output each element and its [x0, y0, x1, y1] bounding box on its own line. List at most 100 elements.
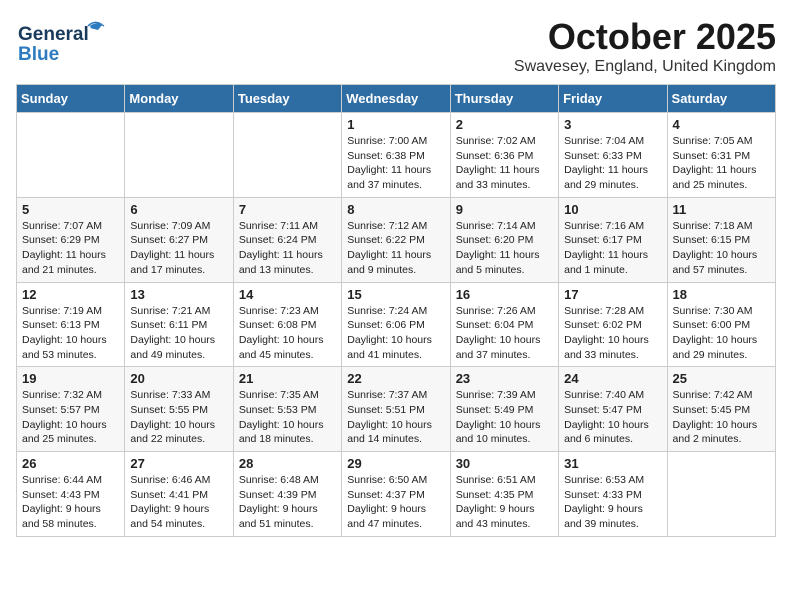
day-info: Sunrise: 7:33 AM Sunset: 5:55 PM Dayligh… — [130, 388, 227, 447]
day-info: Sunrise: 7:42 AM Sunset: 5:45 PM Dayligh… — [673, 388, 770, 447]
day-number: 11 — [673, 202, 770, 217]
calendar-cell: 15Sunrise: 7:24 AM Sunset: 6:06 PM Dayli… — [342, 282, 450, 367]
day-number: 29 — [347, 456, 444, 471]
day-info: Sunrise: 7:35 AM Sunset: 5:53 PM Dayligh… — [239, 388, 336, 447]
day-number: 5 — [22, 202, 119, 217]
day-number: 17 — [564, 287, 661, 302]
day-number: 3 — [564, 117, 661, 132]
weekday-header-monday: Monday — [125, 85, 233, 113]
title-block: October 2025 Swavesey, England, United K… — [514, 16, 776, 76]
day-info: Sunrise: 7:18 AM Sunset: 6:15 PM Dayligh… — [673, 219, 770, 278]
calendar-cell: 21 Sunrise: 7:35 AM Sunset: 5:53 PM Dayli… — [233, 367, 341, 452]
calendar-cell: 2 Sunrise: 7:02 AM Sunset: 6:36 PM Daylig… — [450, 113, 558, 198]
calendar-cell: 19 Sunrise: 7:32 AM Sunset: 5:57 PM Dayli… — [17, 367, 125, 452]
calendar-table: SundayMondayTuesdayWednesdayThursdayFrid… — [16, 84, 776, 537]
calendar-cell: 7 Sunrise: 7:11 AM Sunset: 6:24 PM Daylig… — [233, 197, 341, 282]
calendar-cell: 27Sunrise: 6:46 AM Sunset: 4:41 PM Dayli… — [125, 452, 233, 537]
day-number: 19 — [22, 371, 119, 386]
day-number: 21 — [239, 371, 336, 386]
calendar-cell: 3Sunrise: 7:04 AM Sunset: 6:33 PM Daylig… — [559, 113, 667, 198]
day-number: 23 — [456, 371, 553, 386]
calendar-cell: 22 Sunrise: 7:37 AM Sunset: 5:51 PM Dayli… — [342, 367, 450, 452]
calendar-cell: 29 Sunrise: 6:50 AM Sunset: 4:37 PM Dayli… — [342, 452, 450, 537]
day-number: 20 — [130, 371, 227, 386]
day-info: Sunrise: 7:09 AM Sunset: 6:27 PM Dayligh… — [130, 219, 227, 278]
svg-text:General: General — [18, 24, 89, 45]
calendar-cell: 9 Sunrise: 7:14 AM Sunset: 6:20 PM Daylig… — [450, 197, 558, 282]
day-number: 7 — [239, 202, 336, 217]
weekday-header-row: SundayMondayTuesdayWednesdayThursdayFrid… — [17, 85, 776, 113]
day-info: Sunrise: 7:37 AM Sunset: 5:51 PM Dayligh… — [347, 388, 444, 447]
day-number: 2 — [456, 117, 553, 132]
calendar-cell: 30 Sunrise: 6:51 AM Sunset: 4:35 PM Dayli… — [450, 452, 558, 537]
day-number: 1 — [347, 117, 444, 132]
calendar-cell: 8 Sunrise: 7:12 AM Sunset: 6:22 PM Daylig… — [342, 197, 450, 282]
calendar-cell: 4 Sunrise: 7:05 AM Sunset: 6:31 PM Daylig… — [667, 113, 775, 198]
day-info: Sunrise: 7:11 AM Sunset: 6:24 PM Dayligh… — [239, 219, 336, 278]
day-number: 14 — [239, 287, 336, 302]
day-number: 4 — [673, 117, 770, 132]
calendar-cell — [667, 452, 775, 537]
week-row-5: 26Sunrise: 6:44 AM Sunset: 4:43 PM Dayli… — [17, 452, 776, 537]
logo: General Blue — [16, 16, 106, 66]
day-number: 13 — [130, 287, 227, 302]
day-info: Sunrise: 6:48 AM Sunset: 4:39 PM Dayligh… — [239, 473, 336, 532]
day-info: Sunrise: 7:16 AM Sunset: 6:17 PM Dayligh… — [564, 219, 661, 278]
day-info: Sunrise: 7:05 AM Sunset: 6:31 PM Dayligh… — [673, 134, 770, 193]
svg-text:Blue: Blue — [18, 44, 59, 65]
calendar-cell: 10 Sunrise: 7:16 AM Sunset: 6:17 PM Dayli… — [559, 197, 667, 282]
location: Swavesey, England, United Kingdom — [514, 58, 776, 76]
week-row-4: 19 Sunrise: 7:32 AM Sunset: 5:57 PM Dayli… — [17, 367, 776, 452]
month-title: October 2025 — [514, 16, 776, 58]
calendar-cell: 6 Sunrise: 7:09 AM Sunset: 6:27 PM Daylig… — [125, 197, 233, 282]
day-info: Sunrise: 6:50 AM Sunset: 4:37 PM Dayligh… — [347, 473, 444, 532]
weekday-header-sunday: Sunday — [17, 85, 125, 113]
day-info: Sunrise: 6:44 AM Sunset: 4:43 PM Dayligh… — [22, 473, 119, 532]
calendar-cell: 16Sunrise: 7:26 AM Sunset: 6:04 PM Dayli… — [450, 282, 558, 367]
day-info: Sunrise: 7:40 AM Sunset: 5:47 PM Dayligh… — [564, 388, 661, 447]
calendar-cell: 26Sunrise: 6:44 AM Sunset: 4:43 PM Dayli… — [17, 452, 125, 537]
day-info: Sunrise: 7:32 AM Sunset: 5:57 PM Dayligh… — [22, 388, 119, 447]
day-number: 8 — [347, 202, 444, 217]
calendar-cell: 31Sunrise: 6:53 AM Sunset: 4:33 PM Dayli… — [559, 452, 667, 537]
day-number: 25 — [673, 371, 770, 386]
calendar-cell: 1 Sunrise: 7:00 AM Sunset: 6:38 PM Daylig… — [342, 113, 450, 198]
calendar-cell: 13 Sunrise: 7:21 AM Sunset: 6:11 PM Dayli… — [125, 282, 233, 367]
weekday-header-thursday: Thursday — [450, 85, 558, 113]
day-number: 9 — [456, 202, 553, 217]
day-info: Sunrise: 7:02 AM Sunset: 6:36 PM Dayligh… — [456, 134, 553, 193]
day-info: Sunrise: 7:28 AM Sunset: 6:02 PM Dayligh… — [564, 304, 661, 363]
calendar-cell: 14 Sunrise: 7:23 AM Sunset: 6:08 PM Dayli… — [233, 282, 341, 367]
day-number: 30 — [456, 456, 553, 471]
day-info: Sunrise: 7:00 AM Sunset: 6:38 PM Dayligh… — [347, 134, 444, 193]
day-info: Sunrise: 7:14 AM Sunset: 6:20 PM Dayligh… — [456, 219, 553, 278]
calendar-cell: 23Sunrise: 7:39 AM Sunset: 5:49 PM Dayli… — [450, 367, 558, 452]
day-info: Sunrise: 7:12 AM Sunset: 6:22 PM Dayligh… — [347, 219, 444, 278]
day-number: 10 — [564, 202, 661, 217]
day-info: Sunrise: 7:30 AM Sunset: 6:00 PM Dayligh… — [673, 304, 770, 363]
calendar-cell: 17 Sunrise: 7:28 AM Sunset: 6:02 PM Dayli… — [559, 282, 667, 367]
day-info: Sunrise: 6:51 AM Sunset: 4:35 PM Dayligh… — [456, 473, 553, 532]
calendar-cell: 18Sunrise: 7:30 AM Sunset: 6:00 PM Dayli… — [667, 282, 775, 367]
calendar-cell: 20 Sunrise: 7:33 AM Sunset: 5:55 PM Dayli… — [125, 367, 233, 452]
calendar-cell: 24 Sunrise: 7:40 AM Sunset: 5:47 PM Dayli… — [559, 367, 667, 452]
day-info: Sunrise: 7:23 AM Sunset: 6:08 PM Dayligh… — [239, 304, 336, 363]
day-info: Sunrise: 7:07 AM Sunset: 6:29 PM Dayligh… — [22, 219, 119, 278]
day-info: Sunrise: 7:24 AM Sunset: 6:06 PM Dayligh… — [347, 304, 444, 363]
day-number: 6 — [130, 202, 227, 217]
day-info: Sunrise: 6:53 AM Sunset: 4:33 PM Dayligh… — [564, 473, 661, 532]
weekday-header-wednesday: Wednesday — [342, 85, 450, 113]
day-info: Sunrise: 7:21 AM Sunset: 6:11 PM Dayligh… — [130, 304, 227, 363]
day-number: 24 — [564, 371, 661, 386]
calendar-cell — [125, 113, 233, 198]
weekday-header-saturday: Saturday — [667, 85, 775, 113]
day-number: 22 — [347, 371, 444, 386]
calendar-cell: 12Sunrise: 7:19 AM Sunset: 6:13 PM Dayli… — [17, 282, 125, 367]
day-info: Sunrise: 7:19 AM Sunset: 6:13 PM Dayligh… — [22, 304, 119, 363]
week-row-2: 5 Sunrise: 7:07 AM Sunset: 6:29 PM Daylig… — [17, 197, 776, 282]
calendar-cell: 25 Sunrise: 7:42 AM Sunset: 5:45 PM Dayli… — [667, 367, 775, 452]
day-number: 28 — [239, 456, 336, 471]
day-number: 16 — [456, 287, 553, 302]
calendar-cell — [17, 113, 125, 198]
calendar-cell: 11 Sunrise: 7:18 AM Sunset: 6:15 PM Dayli… — [667, 197, 775, 282]
